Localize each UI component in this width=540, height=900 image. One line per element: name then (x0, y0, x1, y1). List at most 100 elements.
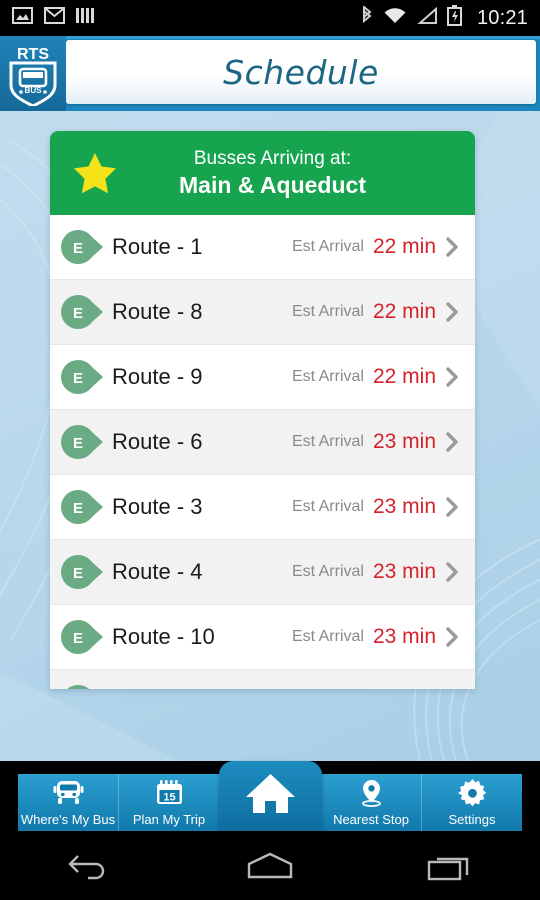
route-pin-icon: E (60, 294, 112, 330)
stop-header-subtitle: Busses Arriving at: (193, 148, 352, 169)
nav-item-nearest-stop[interactable]: Nearest Stop (321, 774, 422, 831)
route-name: Route - 3 (112, 494, 203, 519)
arrival-row[interactable]: E Route - 3 Est Arrival 23 min (50, 475, 475, 540)
svg-text:E: E (73, 565, 83, 582)
recents-button[interactable] (390, 850, 510, 887)
est-arrival-label: Est Arrival (291, 303, 364, 320)
nav-item-home[interactable] (219, 761, 322, 831)
chevron-right-icon[interactable] (445, 236, 461, 258)
arrival-time: 23 min (372, 495, 436, 518)
status-bar-system-icons: 10:21 (360, 4, 528, 31)
arrival-info: Est Arrival 22 min (292, 365, 461, 389)
arrival-row-partial[interactable] (50, 670, 475, 689)
gear-icon (457, 774, 487, 812)
android-navigation-bar (0, 837, 540, 900)
est-arrival-label: Est Arrival (291, 563, 364, 580)
signal-icon (416, 6, 438, 31)
chevron-right-icon[interactable] (445, 431, 461, 453)
arrivals-card: Busses Arriving at: Main & Aqueduct E Rou… (50, 131, 475, 689)
back-button[interactable] (30, 850, 150, 887)
arrival-info: Est Arrival 22 min (292, 300, 461, 324)
home-icon (243, 771, 298, 821)
chevron-right-icon[interactable] (445, 366, 461, 388)
nav-label-nearest-stop: Nearest Stop (333, 812, 409, 827)
route-name: Route - 8 (112, 299, 203, 324)
route-pin-icon: E (60, 424, 112, 460)
arrival-info: Est Arrival 22 min (292, 235, 461, 259)
bluetooth-icon (360, 4, 374, 31)
arrival-time: 23 min (372, 430, 436, 453)
route-pin-icon: E (60, 554, 112, 590)
chevron-right-icon[interactable] (445, 626, 461, 648)
status-bar-clock: 10:21 (476, 6, 528, 29)
route-name: Route - 4 (112, 559, 203, 584)
arrival-info: Est Arrival 23 min (292, 625, 461, 649)
bottom-navigation: Where's My Bus 15 Plan My Trip Nearest S… (0, 761, 540, 837)
svg-text:E: E (73, 240, 83, 257)
svg-text:BUS: BUS (25, 86, 43, 95)
chevron-right-icon[interactable] (445, 301, 461, 323)
app-header-bar: RTS BUS Schedule (0, 36, 540, 111)
arrival-row[interactable]: E Route - 1 Est Arrival 22 min (50, 215, 475, 280)
android-status-bar: 10:21 (0, 0, 540, 36)
stop-header-text: Busses Arriving at: Main & Aqueduct (126, 146, 461, 200)
route-name: Route - 6 (112, 429, 203, 454)
arrival-time: 22 min (372, 300, 436, 323)
arrival-time: 23 min (372, 625, 436, 648)
route-pin-icon: E (60, 229, 112, 265)
back-icon (66, 850, 114, 887)
arrival-row[interactable]: E Route - 8 Est Arrival 22 min (50, 280, 475, 345)
recents-icon (425, 850, 475, 887)
est-arrival-label: Est Arrival (291, 498, 364, 515)
rts-bus-logo[interactable]: RTS BUS (0, 36, 66, 111)
calendar-icon: 15 (154, 774, 185, 812)
nav-label-wheres-my-bus: Where's My Bus (20, 812, 116, 827)
est-arrival-label: Est Arrival (291, 368, 364, 385)
arrival-row[interactable]: E Route - 4 Est Arrival 23 min (50, 540, 475, 605)
nav-item-plan-my-trip[interactable]: 15 Plan My Trip (119, 774, 220, 831)
page-title-bar: Schedule (66, 40, 536, 104)
route-name: Route - 1 (112, 234, 203, 259)
status-bar-notifications (12, 6, 94, 30)
route-pin-icon: E (60, 359, 112, 395)
svg-text:RTS: RTS (17, 46, 49, 63)
image-icon (12, 6, 33, 30)
svg-text:E: E (73, 500, 83, 517)
est-arrival-label: Est Arrival (291, 433, 364, 450)
route-name: Route - 9 (112, 364, 203, 389)
svg-text:E: E (73, 370, 83, 387)
nav-item-wheres-my-bus[interactable]: Where's My Bus (18, 774, 119, 831)
arrival-row[interactable]: E Route - 10 Est Arrival 23 min (50, 605, 475, 670)
gmail-icon (44, 6, 65, 30)
stop-header-name: Main & Aqueduct (179, 172, 366, 198)
svg-text:E: E (73, 305, 83, 322)
svg-text:E: E (73, 630, 83, 647)
arrival-row[interactable]: E Route - 6 Est Arrival 23 min (50, 410, 475, 475)
est-arrival-label: Est Arrival (291, 238, 364, 255)
bus-icon (52, 774, 85, 812)
arrival-row[interactable]: E Route - 9 Est Arrival 22 min (50, 345, 475, 410)
calendar-badge-number: 15 (163, 792, 175, 804)
battery-charging-icon (446, 5, 462, 31)
route-pin-icon: E (60, 619, 112, 655)
est-arrival-label: Est Arrival (291, 628, 364, 645)
nav-label-settings: Settings (448, 812, 496, 827)
nav-item-settings[interactable]: Settings (422, 774, 522, 831)
home-icon (243, 850, 297, 887)
nav-label-plan-my-trip: Plan My Trip (132, 812, 206, 827)
page-title: Schedule (223, 52, 379, 92)
svg-text:E: E (73, 435, 83, 452)
route-pin-icon: E (60, 489, 112, 525)
home-button[interactable] (210, 850, 330, 887)
arrival-time: 22 min (372, 365, 436, 388)
route-pin-icon (60, 684, 112, 689)
chevron-right-icon[interactable] (445, 496, 461, 518)
arrival-time: 23 min (372, 560, 436, 583)
chevron-right-icon[interactable] (445, 561, 461, 583)
arrivals-list: E Route - 1 Est Arrival 22 min E Route - 8 Est… (50, 215, 475, 689)
route-name: Route - 10 (112, 624, 215, 649)
favorite-star-icon[interactable] (64, 151, 126, 195)
arrival-time: 22 min (372, 235, 436, 258)
arrival-info: Est Arrival 23 min (292, 560, 461, 584)
bars-icon (76, 6, 94, 30)
